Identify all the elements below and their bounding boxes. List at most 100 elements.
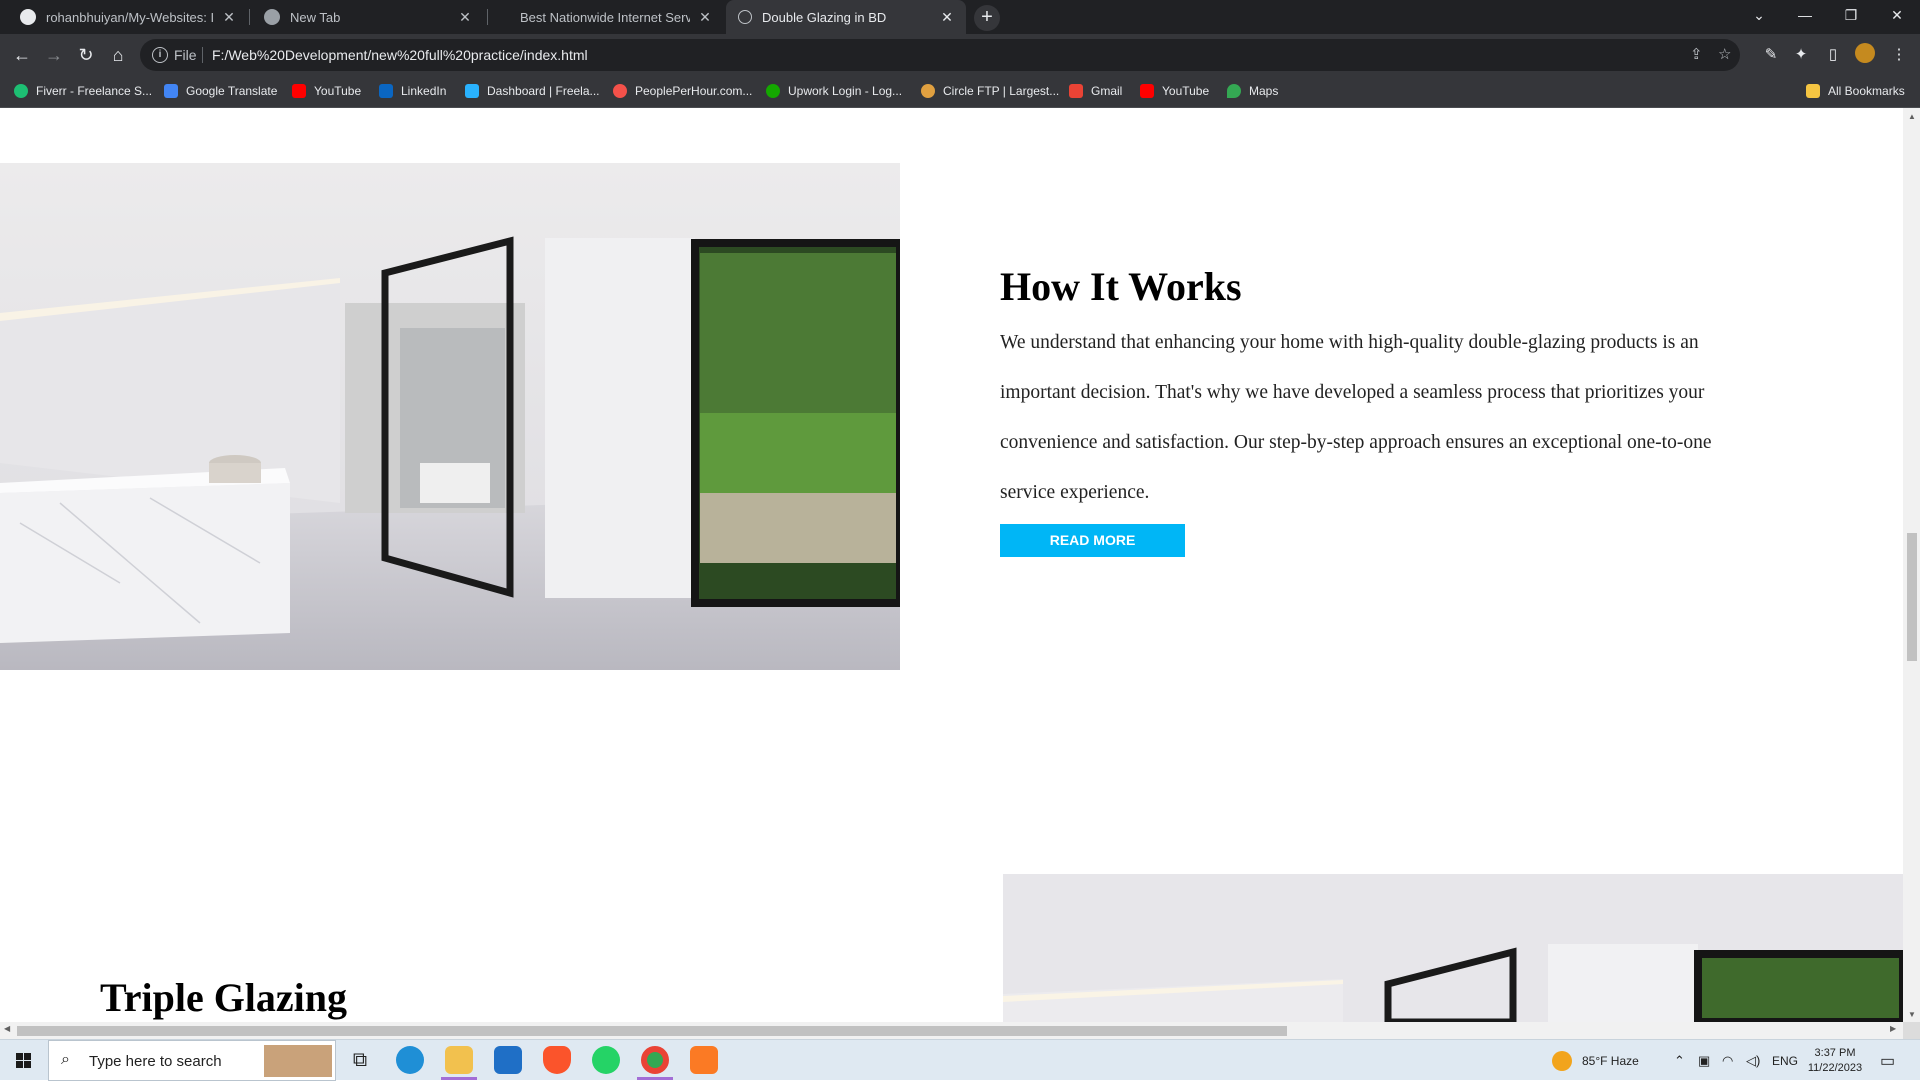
linkedin-icon (379, 84, 393, 98)
section-title-how-it-works: How It Works (1000, 264, 1242, 309)
notifications-icon[interactable]: ▭ (1880, 1040, 1895, 1081)
volume-icon[interactable]: ◁) (1746, 1040, 1760, 1081)
bookmark-item[interactable]: LinkedIn (379, 84, 446, 98)
profile-avatar[interactable] (1855, 43, 1875, 63)
bookmark-item[interactable]: Circle FTP | Largest... (921, 84, 1059, 98)
restore-icon[interactable]: ❐ (1828, 0, 1874, 30)
gmail-icon (1069, 84, 1083, 98)
globe-icon (502, 9, 510, 25)
bookmark-item[interactable]: YouTube (1140, 84, 1209, 98)
show-hidden-icons[interactable]: ⌃ (1674, 1040, 1685, 1081)
tab-title: New Tab (290, 9, 341, 25)
google-translate-icon (164, 84, 178, 98)
bookmark-label: Upwork Login - Log... (788, 84, 903, 98)
bookmark-item[interactable]: Maps (1227, 84, 1278, 98)
section-title-triple-glazing: Triple Glazing (100, 975, 348, 1020)
close-icon[interactable]: ✕ (456, 8, 474, 26)
fiverr-icon (14, 84, 28, 98)
read-more-button[interactable]: READ MORE (1000, 524, 1185, 557)
page-viewport: How It Works We understand that enhancin… (0, 108, 1903, 1022)
windows-taskbar: ⌕ Type here to search ⧉ 85°F Haze ⌃ ▣ ◠ … (0, 1039, 1920, 1081)
bookmark-label: YouTube (314, 84, 362, 98)
star-icon[interactable]: ☆ (1718, 45, 1731, 63)
peopleperhour-icon (613, 84, 627, 98)
reload-icon[interactable]: ↻ (74, 43, 98, 67)
task-view-icon[interactable]: ⧉ (346, 1046, 374, 1074)
bookmark-item[interactable]: Google Translate (164, 84, 277, 98)
bookmark-label: Google Translate (186, 84, 278, 98)
xampp-icon[interactable] (690, 1046, 718, 1074)
bookmark-label: Gmail (1091, 84, 1123, 98)
share-icon[interactable]: ⇪ (1690, 45, 1703, 63)
scroll-down-icon[interactable]: ▼ (1907, 1010, 1917, 1019)
tab-github[interactable]: rohanbhuiyan/My-Websites: I ha ✕ (8, 0, 248, 34)
vertical-scrollbar[interactable]: ▲ ▼ (1903, 108, 1920, 1022)
taskbar-search[interactable]: ⌕ Type here to search (48, 1040, 336, 1081)
bookmark-item[interactable]: YouTube (292, 84, 361, 98)
tab-internet-service[interactable]: Best Nationwide Internet Service ✕ (490, 0, 724, 34)
close-icon[interactable]: ✕ (938, 8, 956, 26)
tab-title: rohanbhuiyan/My-Websites: I ha (46, 9, 216, 25)
search-highlight-image (264, 1045, 332, 1077)
address-bar[interactable]: i File F:/Web%20Development/new%20full%2… (140, 39, 1740, 71)
youtube-icon (1140, 84, 1154, 98)
mail-icon[interactable] (494, 1046, 522, 1074)
network-icon[interactable]: ◠ (1722, 1040, 1733, 1081)
bookmark-label: Maps (1249, 84, 1279, 98)
tab-title: Best Nationwide Internet Service (520, 9, 690, 25)
bookmark-item[interactable]: Fiverr - Freelance S... (14, 84, 152, 98)
tab-separator (249, 9, 250, 25)
bookmark-label: Fiverr - Freelance S... (36, 84, 153, 98)
window-close-icon[interactable]: ✕ (1874, 0, 1920, 30)
meet-now-icon[interactable]: ▣ (1698, 1040, 1710, 1081)
home-icon[interactable]: ⌂ (106, 43, 130, 67)
edge-icon[interactable] (396, 1046, 424, 1074)
back-icon[interactable]: ← (10, 43, 34, 67)
new-tab-button[interactable]: + (974, 5, 1000, 31)
clock[interactable]: 3:37 PM 11/22/2023 (1800, 1040, 1870, 1081)
language-indicator[interactable]: ENG (1772, 1040, 1798, 1081)
file-explorer-icon[interactable] (445, 1046, 473, 1074)
freelancer-icon (465, 84, 479, 98)
scrollbar-thumb[interactable] (17, 1026, 1287, 1036)
bookmark-item[interactable]: Gmail (1069, 84, 1122, 98)
scroll-right-icon[interactable]: ▶ (1890, 1024, 1896, 1033)
bookmark-item[interactable]: PeoplePerHour.com... (613, 84, 752, 98)
chrome-icon (264, 9, 280, 25)
close-icon[interactable]: ✕ (220, 8, 238, 26)
whatsapp-icon[interactable] (592, 1046, 620, 1074)
brave-icon[interactable] (543, 1046, 571, 1074)
url-text[interactable]: F:/Web%20Development/new%20full%20practi… (212, 47, 588, 63)
scroll-left-icon[interactable]: ◀ (4, 1024, 10, 1033)
maps-icon (1227, 84, 1241, 98)
clock-date: 11/22/2023 (1807, 1061, 1863, 1074)
tab-new-tab[interactable]: New Tab ✕ (252, 0, 484, 34)
side-panel-icon[interactable]: ▯ (1822, 44, 1844, 66)
forward-icon[interactable]: → (42, 43, 66, 67)
scroll-up-icon[interactable]: ▲ (1907, 112, 1917, 121)
info-icon[interactable]: i (152, 47, 168, 63)
divider (202, 47, 203, 63)
start-button[interactable] (0, 1040, 48, 1081)
scrollbar-thumb[interactable] (1907, 533, 1917, 661)
extensions-icon[interactable]: ✦ (1790, 44, 1812, 66)
minimize-icon[interactable]: — (1782, 0, 1828, 30)
all-bookmarks[interactable]: All Bookmarks (1806, 84, 1905, 98)
search-placeholder: Type here to search (89, 1053, 222, 1070)
pen-extension-icon[interactable]: ✎ (1760, 44, 1782, 66)
bookmark-item[interactable]: Upwork Login - Log... (766, 84, 902, 98)
windows-logo-icon (16, 1053, 31, 1068)
chrome-icon[interactable] (641, 1046, 669, 1074)
scrollbar-corner (1903, 1022, 1920, 1039)
bookmark-label: PeoplePerHour.com... (635, 84, 753, 98)
tab-search-icon[interactable]: ⌄ (1736, 0, 1782, 30)
menu-icon[interactable]: ⋮ (1888, 44, 1910, 66)
clock-time: 3:37 PM (1814, 1046, 1856, 1059)
tab-double-glazing[interactable]: Double Glazing in BD ✕ (726, 0, 966, 34)
github-icon (20, 9, 36, 25)
haze-icon (1552, 1050, 1572, 1071)
close-icon[interactable]: ✕ (696, 8, 714, 26)
bookmark-item[interactable]: Dashboard | Freela... (465, 84, 600, 98)
horizontal-scrollbar[interactable]: ◀ ▶ (0, 1022, 1903, 1039)
weather-widget[interactable]: 85°F Haze (1552, 1040, 1639, 1081)
